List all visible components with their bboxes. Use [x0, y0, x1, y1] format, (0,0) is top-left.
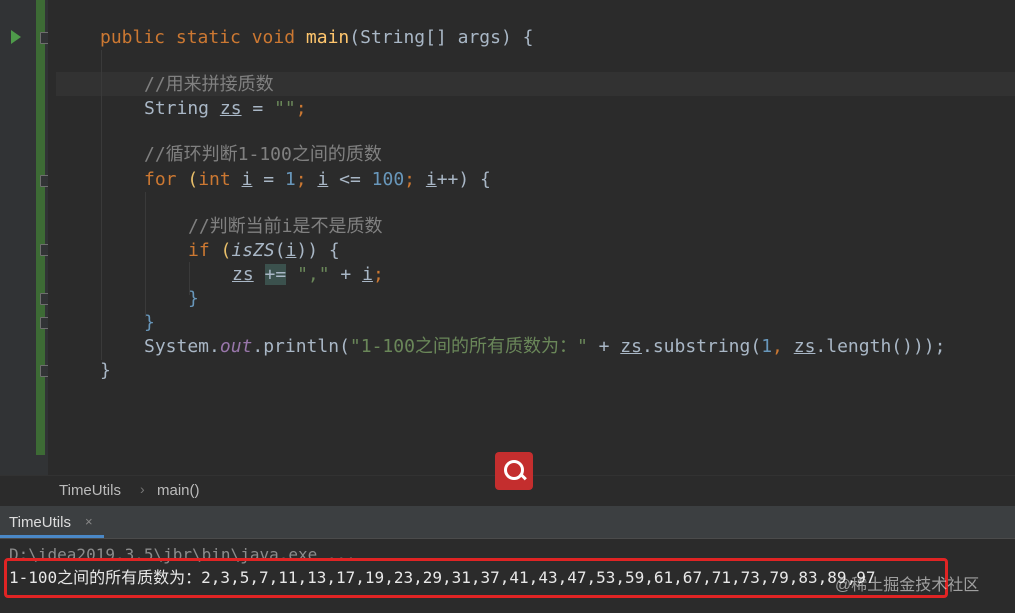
tab-label: TimeUtils: [9, 514, 71, 531]
code-line-6: //判断当前i是不是质数: [188, 216, 383, 237]
code-line-1: public static void main(String[] args) {: [100, 27, 534, 48]
search-icon-handle: [519, 472, 527, 481]
code-line-5: for (int i = 1; i <= 100; i++) {: [144, 169, 491, 190]
watermark: @稀土掘金技术社区: [835, 577, 980, 594]
code-line-2: //用来拼接质数: [144, 74, 274, 95]
code-line-7: if (isZS(i)) {: [188, 240, 340, 261]
tab-timeutils[interactable]: TimeUtils ×: [0, 506, 104, 538]
highlight-annotation-box: [4, 558, 948, 598]
code-line-4: //循环判断1-100之间的质数: [144, 144, 382, 165]
breadcrumb-separator: ›: [140, 481, 145, 497]
code-line-3: String zs = "";: [144, 98, 307, 119]
close-icon[interactable]: ×: [85, 514, 93, 529]
run-gutter-icon[interactable]: [11, 30, 21, 44]
run-tool-window-tabs: TimeUtils ×: [0, 506, 1015, 539]
search-button[interactable]: [495, 452, 533, 490]
indent-guide: [101, 50, 102, 360]
code-line-9: }: [188, 288, 199, 309]
change-marker: [36, 0, 45, 455]
editor-gutter: [0, 0, 50, 475]
breadcrumb-method[interactable]: main(): [157, 482, 200, 499]
ide-window: public static void main(String[] args) {…: [0, 0, 1015, 613]
code-line-11: System.out.println("1-100之间的所有质数为：" + zs…: [144, 336, 946, 357]
indent-guide: [145, 192, 146, 317]
code-line-10: }: [144, 312, 155, 333]
breadcrumb-file[interactable]: TimeUtils: [59, 482, 121, 499]
code-editor[interactable]: public static void main(String[] args) {…: [48, 0, 1015, 475]
code-line-12: }: [100, 360, 111, 381]
code-line-8: zs += "," + i;: [232, 264, 384, 285]
